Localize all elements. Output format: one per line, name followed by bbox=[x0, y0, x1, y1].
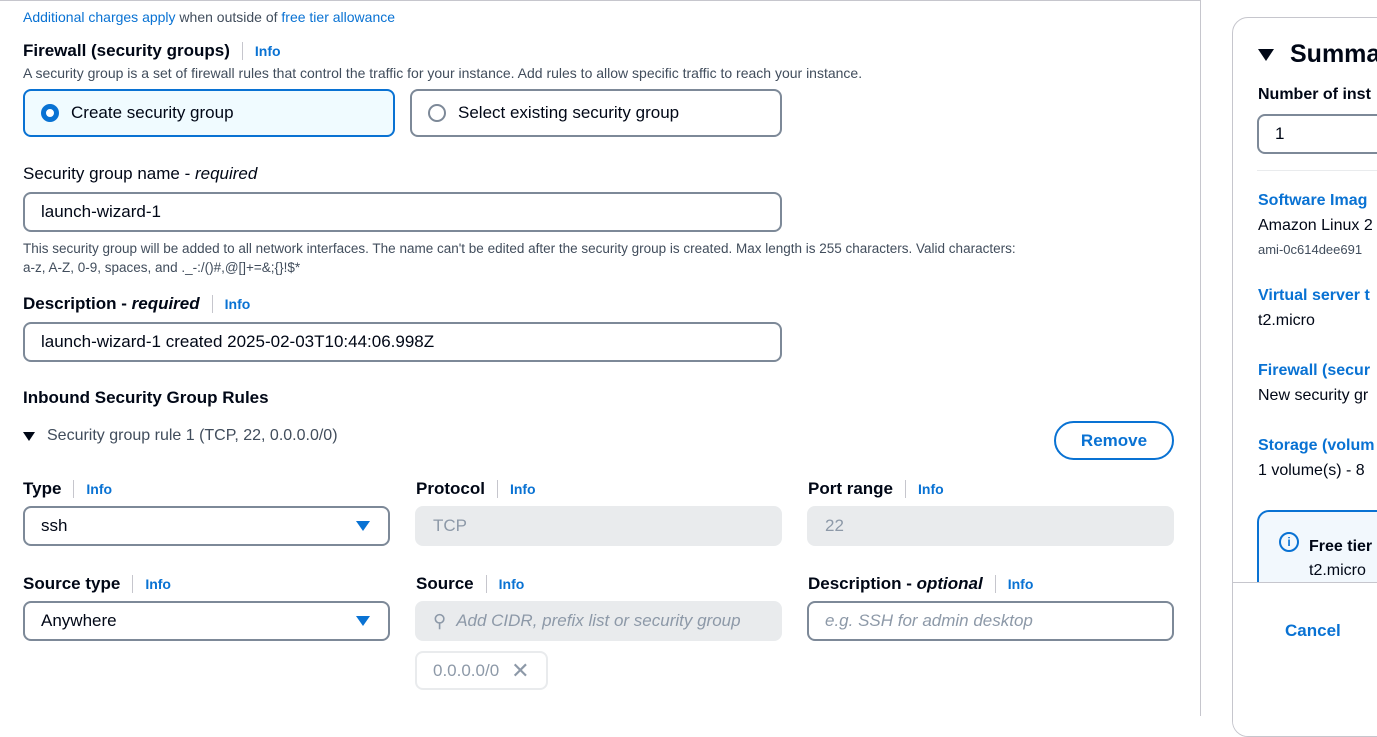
port-range-input: 22 bbox=[807, 506, 1174, 546]
source-input[interactable]: ⚲ Add CIDR, prefix list or security group bbox=[415, 601, 782, 641]
cancel-button[interactable]: Cancel bbox=[1285, 621, 1341, 641]
virtual-server-link[interactable]: Virtual server t bbox=[1258, 287, 1370, 305]
summary-toggle[interactable]: Summa bbox=[1258, 40, 1377, 69]
protocol-label: Protocol bbox=[416, 479, 485, 498]
instances-label: Number of inst bbox=[1258, 86, 1371, 103]
type-label: Type bbox=[23, 479, 62, 498]
dropdown-caret-icon bbox=[356, 521, 370, 531]
firewall-info-link[interactable]: Info bbox=[241, 42, 281, 60]
description-info-link[interactable]: Info bbox=[211, 295, 250, 313]
source-type-label: Source type bbox=[23, 574, 121, 593]
firewall-link[interactable]: Firewall (secur bbox=[1258, 362, 1370, 380]
option-label: Create security group bbox=[71, 103, 234, 122]
inbound-rules-title: Inbound Security Group Rules bbox=[23, 388, 269, 407]
free-tier-link[interactable]: free tier allowance bbox=[281, 9, 395, 25]
source-info-link[interactable]: Info bbox=[485, 575, 524, 593]
source-type-info-link[interactable]: Info bbox=[132, 575, 171, 593]
firewall-value: New security gr bbox=[1258, 387, 1369, 404]
instances-input[interactable]: 1 bbox=[1257, 114, 1377, 154]
type-select[interactable]: ssh bbox=[23, 506, 390, 546]
charges-note: Additional charges apply when outside of… bbox=[23, 9, 395, 25]
firewall-title: Firewall (security groups) bbox=[23, 41, 230, 60]
info-icon: i bbox=[1279, 532, 1299, 552]
description-label: Description - required bbox=[23, 294, 200, 313]
protocol-input: TCP bbox=[415, 506, 782, 546]
main-panel: Additional charges apply when outside of… bbox=[0, 0, 1201, 716]
storage-value: 1 volume(s) - 8 bbox=[1258, 462, 1365, 479]
charges-text: when outside of bbox=[175, 9, 282, 25]
protocol-info-link[interactable]: Info bbox=[496, 480, 536, 498]
rule-description-info-link[interactable]: Info bbox=[994, 575, 1033, 593]
rule-description-input[interactable]: e.g. SSH for admin desktop bbox=[807, 601, 1174, 641]
radio-unselected-icon bbox=[428, 104, 446, 122]
additional-charges-link[interactable]: Additional charges apply bbox=[23, 9, 176, 25]
image-value: Amazon Linux 2 bbox=[1258, 217, 1373, 234]
source-token: 0.0.0.0/0 ✕ bbox=[415, 651, 548, 690]
radio-selected-icon bbox=[41, 104, 59, 122]
source-type-select[interactable]: Anywhere bbox=[23, 601, 390, 641]
source-label: Source bbox=[416, 574, 474, 593]
software-image-link[interactable]: Software Imag bbox=[1258, 192, 1367, 210]
port-info-link[interactable]: Info bbox=[905, 480, 944, 498]
type-info-link[interactable]: Info bbox=[73, 480, 112, 498]
dropdown-caret-icon bbox=[356, 616, 370, 626]
sg-name-help: This security group will be added to all… bbox=[23, 241, 1016, 275]
select-existing-security-group-option[interactable]: Select existing security group bbox=[410, 89, 782, 137]
remove-rule-button[interactable]: Remove bbox=[1054, 421, 1174, 460]
caret-down-icon bbox=[1258, 48, 1274, 61]
sg-name-input[interactable]: launch-wizard-1 bbox=[23, 192, 782, 232]
summary-panel: Summa Number of inst 1 Software Imag Ama… bbox=[1232, 17, 1377, 737]
ami-id: ami-0c614dee691 bbox=[1258, 242, 1363, 257]
option-label: Select existing security group bbox=[458, 103, 680, 122]
caret-down-icon bbox=[23, 431, 35, 441]
description-input[interactable]: launch-wizard-1 created 2025-02-03T10:44… bbox=[23, 322, 782, 362]
port-range-label: Port range bbox=[808, 479, 894, 498]
close-icon[interactable]: ✕ bbox=[511, 658, 529, 684]
rule-1-toggle[interactable]: Security group rule 1 (TCP, 22, 0.0.0.0/… bbox=[23, 427, 338, 445]
storage-link[interactable]: Storage (volum bbox=[1258, 437, 1374, 455]
firewall-description: A security group is a set of firewall ru… bbox=[23, 65, 863, 81]
rule-description-label: Description - optional bbox=[808, 574, 983, 593]
server-value: t2.micro bbox=[1258, 312, 1315, 329]
create-security-group-option[interactable]: Create security group bbox=[23, 89, 395, 137]
sg-name-label: Security group name - required bbox=[23, 164, 258, 183]
search-icon: ⚲ bbox=[433, 610, 447, 631]
